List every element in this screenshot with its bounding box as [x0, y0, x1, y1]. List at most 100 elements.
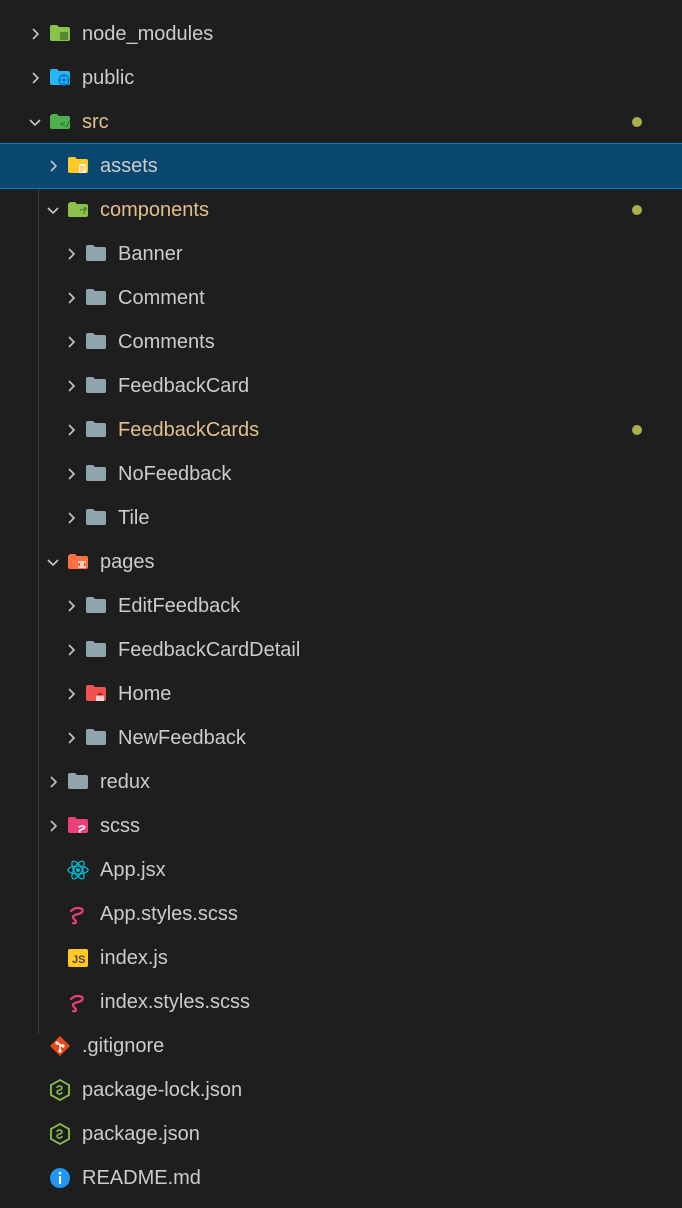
chevron-right-icon[interactable]: [26, 69, 44, 87]
tree-item-label: scss: [100, 816, 140, 836]
folder-pink-home-icon: [84, 682, 108, 706]
tree-item[interactable]: assets: [0, 144, 682, 188]
folder-yellow-doc-icon: [66, 154, 90, 178]
tree-item[interactable]: package.json: [0, 1112, 682, 1156]
tree-item[interactable]: FeedbackCard: [0, 364, 682, 408]
tree-item[interactable]: Tile: [0, 496, 682, 540]
chevron-right-icon[interactable]: [62, 641, 80, 659]
sass-icon: [66, 990, 90, 1014]
tree-item[interactable]: </> src: [0, 100, 682, 144]
chevron-right-icon[interactable]: [44, 157, 62, 175]
tree-item-label: NewFeedback: [118, 728, 246, 748]
chevron-right-icon[interactable]: [44, 817, 62, 835]
tree-item-label: Comments: [118, 332, 215, 352]
folder-pink-sass-icon: [66, 814, 90, 838]
tree-item[interactable]: node_modules: [0, 12, 682, 56]
tree-item[interactable]: Comments: [0, 320, 682, 364]
tree-item[interactable]: Banner: [0, 232, 682, 276]
folder-gray-icon: [84, 330, 108, 354]
tree-item-label: index.js: [100, 948, 168, 968]
folder-gray-icon: [84, 242, 108, 266]
tree-item-label: node_modules: [82, 24, 213, 44]
tree-item-label: package.json: [82, 1124, 200, 1144]
chevron-down-icon[interactable]: [44, 201, 62, 219]
tree-item[interactable]: NewFeedback: [0, 716, 682, 760]
nodejs-icon: [48, 1078, 72, 1102]
tree-item-label: EditFeedback: [118, 596, 240, 616]
chevron-right-icon[interactable]: [62, 685, 80, 703]
chevron-right-icon[interactable]: [62, 377, 80, 395]
chevron-down-icon[interactable]: [26, 113, 44, 131]
tree-item-label: pages: [100, 552, 155, 572]
info-icon: [48, 1166, 72, 1190]
folder-green-code-icon: </>: [48, 110, 72, 134]
folder-green-dim-icon: [48, 22, 72, 46]
svg-text:</>: </>: [60, 120, 72, 130]
tree-item[interactable]: package-lock.json: [0, 1068, 682, 1112]
modified-dot-icon: [632, 117, 642, 127]
tree-item[interactable]: App.styles.scss: [0, 892, 682, 936]
tree-item-label: Tile: [118, 508, 149, 528]
tree-item[interactable]: FeedbackCards: [0, 408, 682, 452]
folder-blue-globe-icon: [48, 66, 72, 90]
folder-gray-icon: [84, 462, 108, 486]
tree-item-label: Comment: [118, 288, 205, 308]
modified-dot-icon: [632, 425, 642, 435]
react-icon: [66, 858, 90, 882]
js-icon: JS: [66, 946, 90, 970]
tree-item-label: README.md: [82, 1168, 201, 1188]
tree-item[interactable]: NoFeedback: [0, 452, 682, 496]
tree-item-label: public: [82, 68, 134, 88]
tree-item-label: package-lock.json: [82, 1080, 242, 1100]
tree-item[interactable]: JS index.js: [0, 936, 682, 980]
chevron-down-icon[interactable]: [44, 553, 62, 571]
tree-item-label: .gitignore: [82, 1036, 164, 1056]
folder-gray-icon: [66, 770, 90, 794]
tree-item[interactable]: components: [0, 188, 682, 232]
tree-item[interactable]: Home: [0, 672, 682, 716]
tree-item[interactable]: .gitignore: [0, 1024, 682, 1068]
tree-item-label: FeedbackCardDetail: [118, 640, 300, 660]
tree-item-label: src: [82, 112, 109, 132]
chevron-right-icon[interactable]: [62, 421, 80, 439]
chevron-right-icon[interactable]: [62, 597, 80, 615]
tree-item-label: FeedbackCards: [118, 420, 259, 440]
chevron-right-icon[interactable]: [62, 465, 80, 483]
tree-item-label: Home: [118, 684, 171, 704]
file-explorer[interactable]: node_modulespublic </> src assets components…: [0, 0, 682, 1200]
folder-gray-icon: [84, 726, 108, 750]
chevron-right-icon[interactable]: [62, 333, 80, 351]
tree-item[interactable]: README.md: [0, 1156, 682, 1200]
folder-gray-icon: [84, 506, 108, 530]
chevron-right-icon[interactable]: [26, 25, 44, 43]
tree-item-label: FeedbackCard: [118, 376, 249, 396]
tree-item-label: assets: [100, 156, 158, 176]
folder-gray-icon: [84, 286, 108, 310]
folder-gray-icon: [84, 594, 108, 618]
tree-item[interactable]: FeedbackCardDetail: [0, 628, 682, 672]
chevron-right-icon[interactable]: [62, 729, 80, 747]
chevron-right-icon[interactable]: [62, 289, 80, 307]
tree-item[interactable]: App.jsx: [0, 848, 682, 892]
folder-gray-icon: [84, 638, 108, 662]
tree-item-label: index.styles.scss: [100, 992, 250, 1012]
tree-item-label: redux: [100, 772, 150, 792]
chevron-right-icon[interactable]: [62, 509, 80, 527]
chevron-right-icon[interactable]: [44, 773, 62, 791]
tree-item[interactable]: Comment: [0, 276, 682, 320]
tree-item-label: App.jsx: [100, 860, 166, 880]
tree-item[interactable]: EditFeedback: [0, 584, 682, 628]
sass-icon: [66, 902, 90, 926]
tree-item[interactable]: pages: [0, 540, 682, 584]
tree-item[interactable]: index.styles.scss: [0, 980, 682, 1024]
chevron-right-icon[interactable]: [62, 245, 80, 263]
tree-item[interactable]: public: [0, 56, 682, 100]
tree-item[interactable]: scss: [0, 804, 682, 848]
tree-item-label: NoFeedback: [118, 464, 231, 484]
tree-item[interactable]: redux: [0, 760, 682, 804]
git-icon: [48, 1034, 72, 1058]
tree-item-label: Banner: [118, 244, 183, 264]
folder-gray-icon: [84, 374, 108, 398]
modified-dot-icon: [632, 205, 642, 215]
tree-item-label: App.styles.scss: [100, 904, 238, 924]
